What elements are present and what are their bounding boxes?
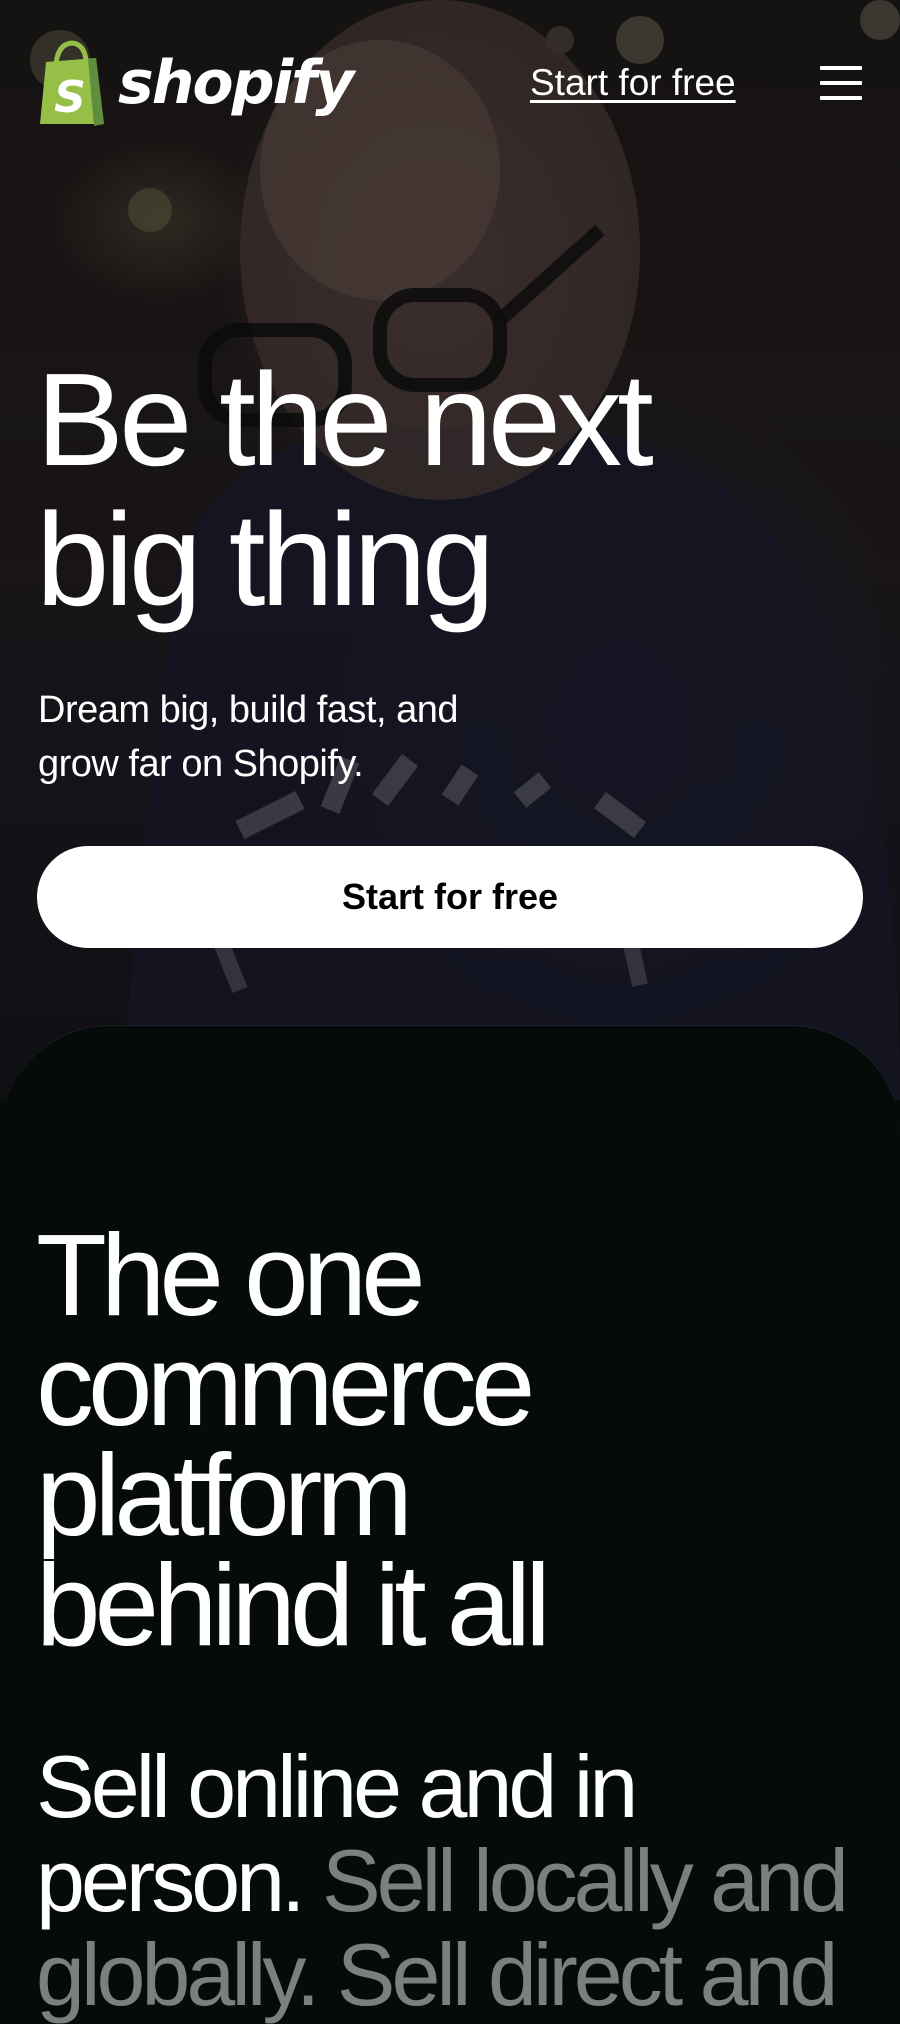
shopify-logo[interactable]: S shopify [36, 40, 354, 126]
header-start-for-free-link[interactable]: Start for free [530, 60, 736, 106]
platform-section-title: The one commerce platform behind it all [36, 1210, 856, 1670]
para-line-2-strong: person. [36, 1831, 306, 1930]
shopping-bag-icon: S [40, 40, 104, 126]
para-line-2-muted: Sell locally and [321, 1831, 849, 1930]
platform-title-line-3: platform [36, 1430, 413, 1560]
hero-start-for-free-button[interactable]: Start for free [37, 846, 863, 948]
platform-title-line-2: commerce [36, 1320, 535, 1450]
logo-mark-letter: S [54, 72, 86, 123]
hamburger-menu-icon[interactable] [820, 66, 864, 100]
para-line-1: Sell online and in [36, 1737, 638, 1836]
platform-title-line-1: The one [36, 1210, 426, 1340]
hero-subtitle-line-1: Dream big, build fast, and [38, 689, 459, 731]
site-header: S shopify Start for free [0, 0, 900, 170]
para-line-3-muted: globally. Sell direct and [36, 1925, 838, 2024]
hero-subtitle-line-2: grow far on Shopify. [38, 743, 364, 785]
hero-subtitle: Dream big, build fast, and grow far on S… [38, 683, 518, 791]
logo-wordmark: shopify [118, 48, 354, 118]
platform-title-line-4: behind it all [36, 1540, 551, 1670]
hero-title-line-1: Be the next [36, 346, 654, 493]
hero-title: Be the next big thing [36, 350, 796, 630]
sell-everywhere-paragraph: Sell online and in person. Sell locally … [36, 1740, 896, 2022]
hero-title-line-2: big thing [36, 486, 495, 633]
